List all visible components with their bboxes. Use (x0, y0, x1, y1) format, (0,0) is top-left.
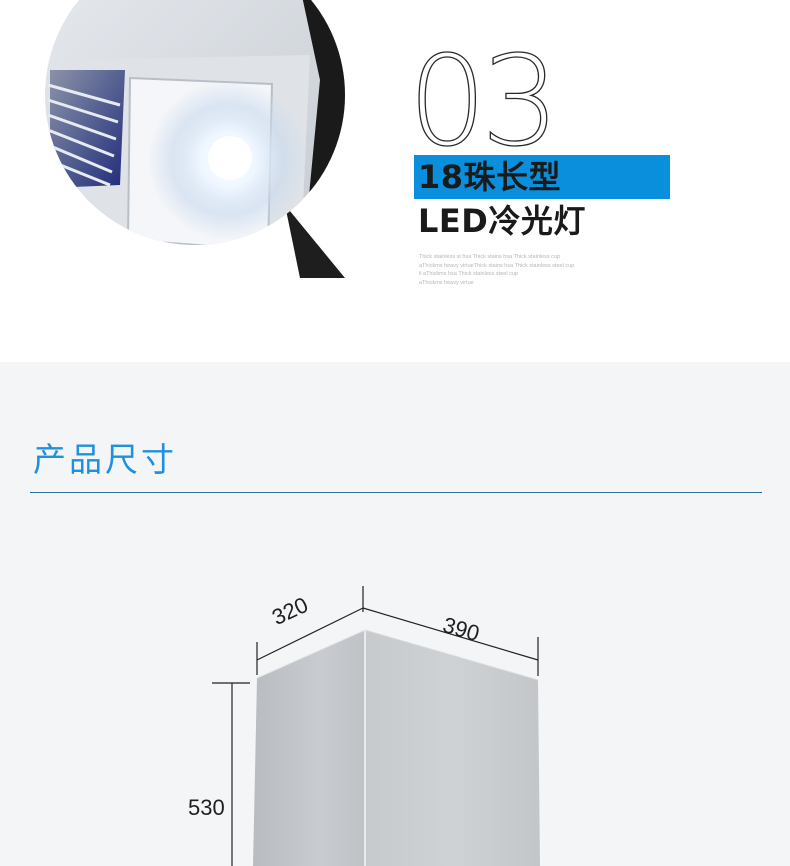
feature-number: 03 (407, 30, 560, 174)
fineprint-line: Thick stainless st hsa Thick stains hsa … (419, 254, 561, 260)
title-divider (30, 492, 762, 493)
product-box-icon (212, 586, 540, 866)
feature-title-line2: LED冷光灯 (418, 202, 586, 240)
light-panel-closeup-icon (45, 0, 345, 278)
feature-title-line1: 18珠长型 (418, 158, 562, 196)
feature-section: 03 18珠长型 LED冷光灯 Thick stainless st hsa T… (0, 0, 790, 362)
section-title: 产品尺寸 (33, 440, 177, 479)
fineprint-line: il aThickms hsa Thick stainless steel cu… (419, 271, 518, 277)
height-dimension: 530 (188, 795, 225, 820)
fineprint-line: aThickms heavy virtue (419, 279, 474, 286)
feature-fineprint: Thick stainless st hsa Thick stains hsa … (419, 253, 669, 287)
fineprint-line: aThickms heavy virtueThick stains hsa Th… (419, 262, 575, 269)
